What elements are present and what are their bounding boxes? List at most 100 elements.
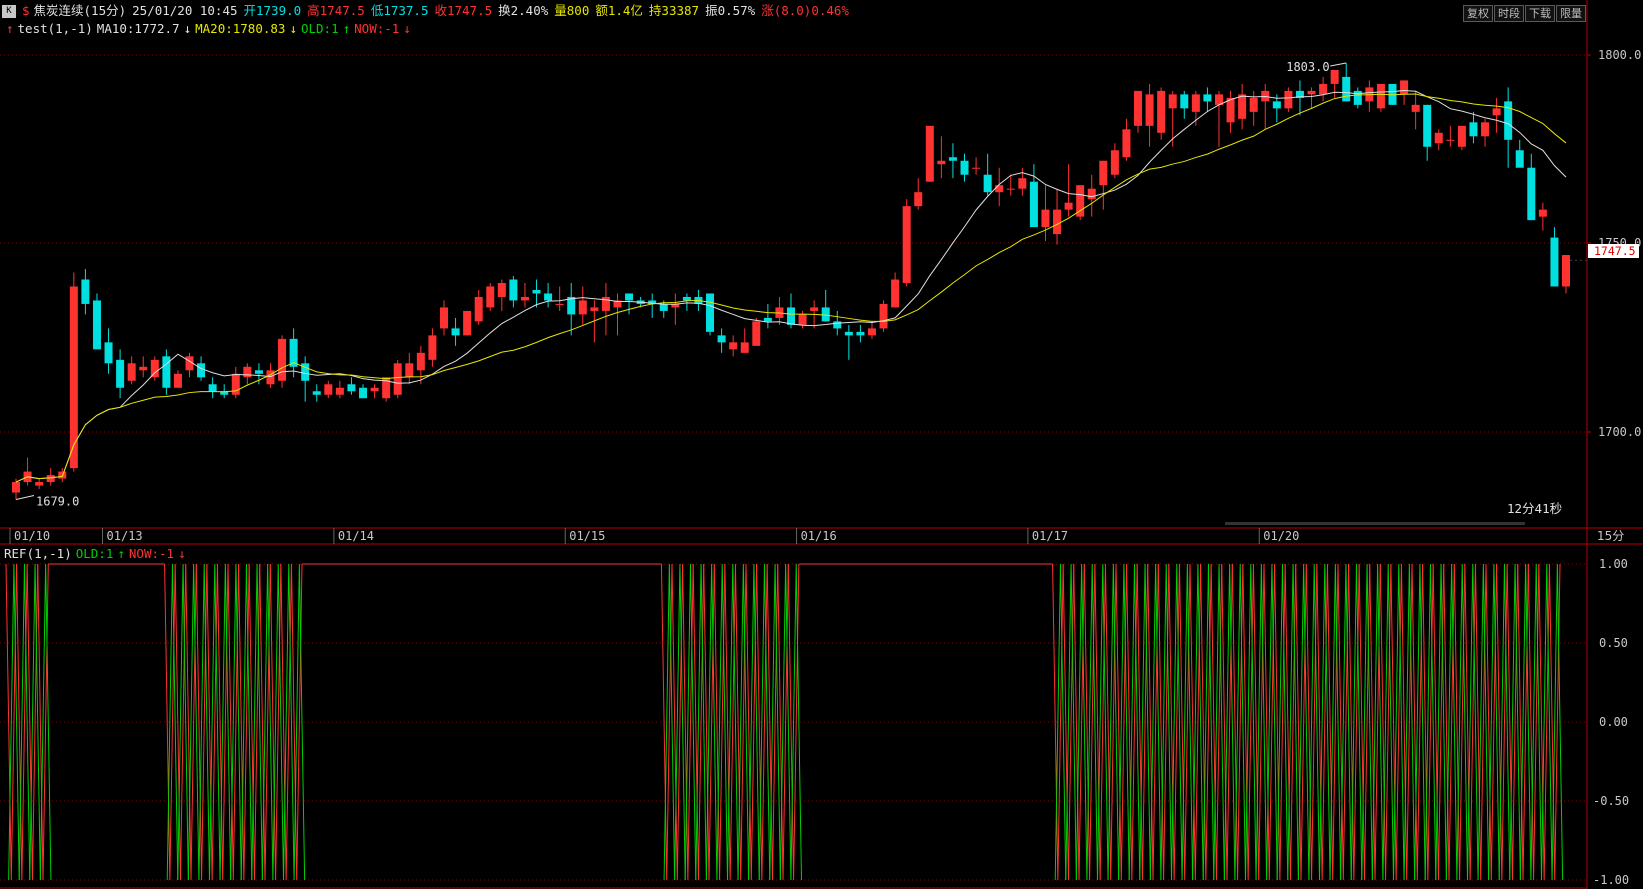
candle-body: [1330, 69, 1339, 84]
date-axis-label: 01/20: [1263, 529, 1299, 543]
candle-body: [532, 289, 541, 294]
candle-body: [1006, 188, 1015, 190]
candle-body: [1122, 129, 1131, 158]
candle-body: [740, 342, 749, 353]
candle-body: [752, 321, 761, 346]
ma20-line: [15, 93, 1567, 483]
candle-body: [127, 363, 136, 381]
sub-axis-label: -1.00: [1593, 873, 1629, 887]
candle-body: [1527, 167, 1536, 221]
candle-body: [1481, 122, 1490, 137]
candle-body: [1272, 101, 1281, 109]
candle-body: [983, 174, 992, 193]
candle-body: [1053, 209, 1062, 235]
candle-body: [46, 475, 55, 483]
candle-body: [1226, 97, 1235, 123]
candle-body: [821, 307, 830, 322]
candle-body: [197, 363, 206, 378]
candle-body: [1515, 150, 1524, 168]
candle-body: [81, 279, 90, 304]
current-price-tag: 1747.5: [1588, 244, 1639, 258]
ma10-line: [15, 90, 1567, 483]
kline-chart[interactable]: 1800.01750.01700.01803.01679.001/10 01/13…: [0, 0, 1643, 889]
candle-body: [1064, 202, 1073, 210]
candle-body: [902, 206, 911, 283]
candle-body: [659, 303, 668, 311]
candle-body: [520, 296, 529, 301]
candle-body: [92, 300, 101, 350]
date-axis-label: 01/16: [801, 529, 837, 543]
candle-body: [254, 370, 263, 374]
candle-body: [266, 370, 275, 385]
candle-body: [798, 314, 807, 325]
candle-body: [1457, 125, 1466, 147]
candle-body: [428, 335, 437, 360]
candle-body: [578, 300, 587, 315]
candle-body: [1203, 94, 1212, 102]
candle-body: [787, 307, 795, 325]
candle-body: [717, 335, 726, 343]
candle-body: [763, 317, 772, 322]
candle-body: [463, 310, 472, 336]
candle-body: [1411, 104, 1420, 112]
candle-body: [1168, 94, 1177, 109]
candle-body: [544, 293, 553, 301]
candle-body: [1284, 90, 1293, 109]
candle-body: [497, 282, 506, 297]
candle-body: [891, 279, 900, 308]
candle-body: [324, 384, 333, 395]
candle-body: [116, 359, 125, 388]
scroll-indicator: [1225, 522, 1525, 525]
candle-body: [1238, 94, 1247, 119]
candle-body: [474, 296, 483, 322]
candle-body: [948, 157, 957, 161]
candle-body: [1087, 188, 1096, 200]
candle-body: [1469, 122, 1478, 137]
candle-body: [1018, 178, 1027, 189]
candle-body: [1029, 181, 1038, 228]
candle-body: [509, 279, 518, 301]
candle-body: [347, 384, 356, 392]
period-label: 15分: [1597, 529, 1624, 543]
candle-body: [1110, 150, 1119, 175]
sub-axis-label: 1.00: [1599, 557, 1628, 571]
candle-body: [243, 366, 252, 378]
candle-body: [1134, 90, 1143, 126]
candle-body: [1423, 104, 1432, 147]
candle-body: [35, 482, 44, 486]
date-axis-label: 01/15: [569, 529, 605, 543]
candle-body: [1191, 94, 1200, 112]
candle-body: [879, 303, 888, 329]
candle-body: [312, 391, 321, 395]
candle-body: [625, 293, 634, 301]
candle-body: [995, 185, 1004, 193]
candle-body: [1157, 90, 1166, 133]
candle-body: [555, 303, 564, 305]
candle-body: [139, 366, 148, 371]
candle-body: [1492, 108, 1501, 116]
sub-axis-label: 0.50: [1599, 636, 1628, 650]
min-price-pointer: [15, 495, 35, 501]
candle-body: [810, 307, 819, 311]
candle-body: [925, 125, 934, 182]
candle-body: [173, 373, 182, 388]
bar-countdown: 12分41秒: [1507, 501, 1563, 516]
candle-body: [706, 293, 715, 332]
candle-body: [833, 321, 842, 329]
candle-body: [1550, 237, 1559, 287]
max-price-pointer: [1330, 62, 1347, 67]
candle-body: [729, 342, 738, 350]
candle-body: [1145, 94, 1154, 126]
candle-body: [867, 328, 876, 336]
candle-body: [682, 296, 691, 301]
candle-body: [12, 482, 20, 493]
candle-body: [1099, 160, 1108, 186]
candle-body: [914, 192, 923, 207]
min-price-label: 1679.0: [36, 495, 79, 509]
candle-body: [335, 387, 344, 395]
date-axis-label: 01/10: [14, 529, 50, 543]
candle-body: [1400, 80, 1409, 95]
sub-axis-label: -0.50: [1593, 794, 1629, 808]
candle-body: [1180, 94, 1189, 109]
candle-body: [104, 342, 113, 364]
